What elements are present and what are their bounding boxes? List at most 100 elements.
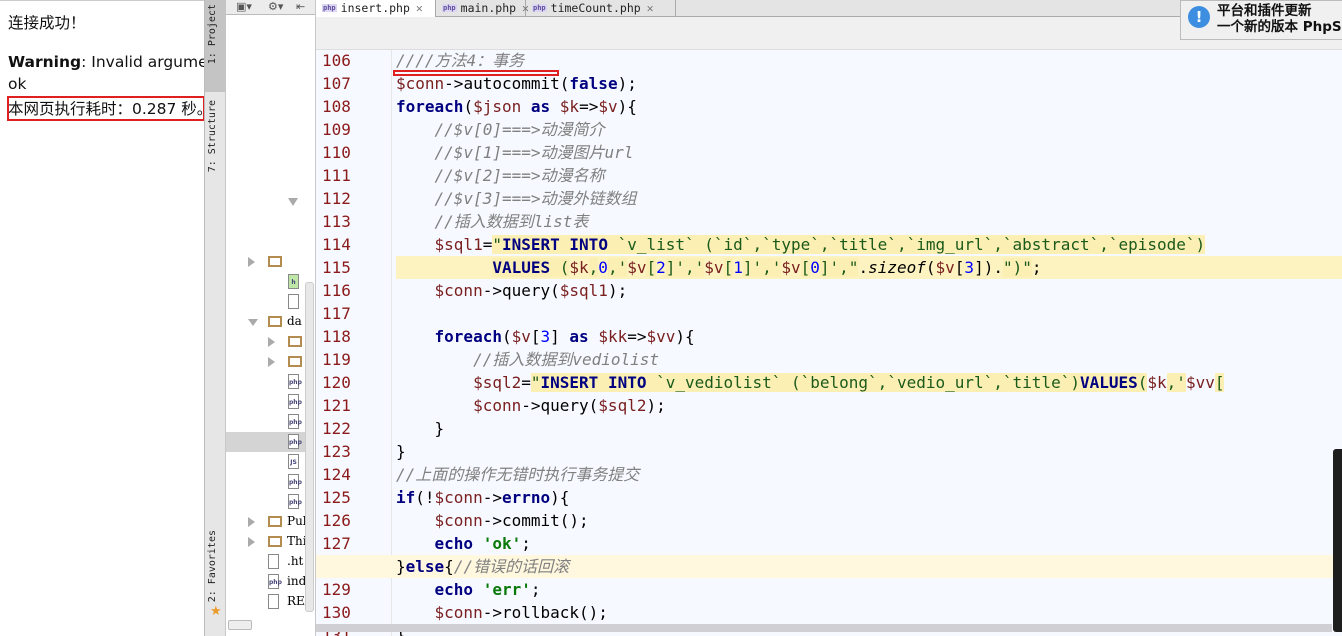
code-token: 'err' xyxy=(482,580,531,599)
code-line[interactable]: ////方法4：事务 xyxy=(396,49,524,72)
collapse-icon[interactable]: ⇤ xyxy=(296,0,305,13)
tab-timeCount-php[interactable]: php timeCount.php ✕ xyxy=(526,0,676,17)
close-tab-icon[interactable]: ✕ xyxy=(416,1,423,15)
collapse-arrow-icon[interactable] xyxy=(288,198,298,206)
code-token: " xyxy=(492,235,502,254)
tree-item[interactable]: php xyxy=(226,492,306,512)
tree-item[interactable] xyxy=(226,352,306,372)
code-token: ); xyxy=(607,281,628,300)
code-line[interactable]: foreach($v[3] as $kk=>$vv){ xyxy=(396,325,695,348)
tree-item[interactable]: php xyxy=(226,372,306,392)
collapsed-arrow-icon[interactable] xyxy=(248,537,255,547)
code-line[interactable]: //$v[0]===>动漫简介 xyxy=(396,118,605,141)
code-line[interactable]: VALUES ($k,0,'$v[2]','$v[1]','$v[0]',".s… xyxy=(396,256,1042,279)
code-line[interactable]: foreach($json as $k=>$v){ xyxy=(396,95,637,118)
code-token: $v xyxy=(627,258,647,277)
code-line[interactable]: } xyxy=(396,440,406,463)
code-line[interactable]: $conn->commit(); xyxy=(396,509,589,532)
code-token: ( xyxy=(463,97,474,116)
info-icon: ! xyxy=(1188,6,1210,28)
tree-item-label: Thi xyxy=(287,534,306,548)
tab-main-php[interactable]: php main.php ✕ xyxy=(436,0,529,17)
code-line[interactable]: if(!$conn->errno){ xyxy=(396,486,569,509)
code-line[interactable]: echo 'err'; xyxy=(396,578,541,601)
code-line[interactable]: echo 'ok'; xyxy=(396,532,531,555)
project-tool-button[interactable]: 1: Project xyxy=(207,4,218,64)
tree-item[interactable]: php xyxy=(226,392,306,412)
line-number: 130 xyxy=(322,603,351,622)
code-editor[interactable]: php insert.php ✕ php main.php ✕ php timeCount.p… xyxy=(316,0,1342,636)
tree-item[interactable]: REA xyxy=(226,592,306,612)
code-line[interactable]: //$v[1]===>动漫图片url xyxy=(396,141,634,164)
tree-item[interactable] xyxy=(226,292,306,312)
code-token: ")" xyxy=(1002,258,1032,277)
tree-item[interactable]: php ind xyxy=(226,572,306,592)
code-token: $sql1 xyxy=(559,281,608,300)
code-token: [ xyxy=(723,258,734,277)
favorites-tool-button[interactable]: 2: Favorites xyxy=(207,530,218,602)
code-line[interactable]: } xyxy=(396,417,445,440)
code-token: } xyxy=(396,442,406,461)
update-notification[interactable]: ! 平台和插件更新 一个新的版本 PhpS xyxy=(1180,0,1342,40)
code-line[interactable]: $sql1="INSERT INTO `v_list` (`id`,`type`… xyxy=(396,233,1206,256)
code-line[interactable]: }else{//错误的话回滚 xyxy=(396,555,569,578)
connect-success-text: 连接成功！ xyxy=(8,14,86,32)
side-overlay-panel[interactable] xyxy=(1333,449,1342,632)
close-tab-icon[interactable]: ✕ xyxy=(647,1,654,15)
tree-item[interactable]: php xyxy=(226,432,306,452)
line-number: 127 xyxy=(322,534,351,553)
code-line[interactable]: //上面的操作无错时执行事务提交 xyxy=(396,463,639,486)
layout-icon[interactable]: ▣▾ xyxy=(236,0,252,13)
code-token: ////方法4：事务 xyxy=(396,51,525,70)
project-scrollbar[interactable] xyxy=(305,282,314,612)
code-line[interactable]: $conn->query($sql2); xyxy=(396,394,666,417)
php-file-icon: php xyxy=(288,474,302,489)
code-line[interactable]: $conn->rollback(); xyxy=(396,601,608,624)
code-token: ( xyxy=(1137,373,1148,392)
structure-tool-button[interactable]: 7: Structure xyxy=(207,100,218,172)
tree-item[interactable]: JS xyxy=(226,452,306,472)
tree-item[interactable] xyxy=(226,252,306,272)
code-token: errno xyxy=(501,488,551,507)
code-line[interactable]: $sql2="INSERT INTO `v_vediolist` (`belon… xyxy=(396,371,1225,394)
code-line[interactable]: //插入数据到vediolist xyxy=(396,348,659,371)
code-line[interactable]: //插入数据到list表 xyxy=(396,210,589,233)
code-token: 3 xyxy=(540,327,551,346)
code-token: ){ xyxy=(550,488,570,507)
line-number: 129 xyxy=(322,580,351,599)
gear-icon[interactable]: ⚙▾ xyxy=(268,0,283,13)
code-line[interactable]: $conn->query($sql1); xyxy=(396,279,628,302)
tree-item[interactable]: Thi xyxy=(226,532,306,552)
collapsed-arrow-icon[interactable] xyxy=(248,257,255,267)
tree-item[interactable]: h xyxy=(226,272,306,292)
php-file-icon: php xyxy=(288,394,302,409)
tree-item[interactable]: .ht xyxy=(226,552,306,572)
editor-hscrollbar[interactable] xyxy=(316,624,1332,632)
tree-item[interactable]: da xyxy=(226,312,306,332)
code-line[interactable]: //$v[3]===>动漫外链数组 xyxy=(396,187,637,210)
collapsed-arrow-icon[interactable] xyxy=(268,337,275,347)
expanded-arrow-icon[interactable] xyxy=(248,319,258,326)
tree-item-label: .ht xyxy=(287,554,304,568)
tab-insert-php[interactable]: php insert.php ✕ xyxy=(316,0,436,17)
collapsed-arrow-icon[interactable] xyxy=(248,517,255,527)
folder-icon xyxy=(268,516,282,527)
warning-text: : Invalid argumer xyxy=(81,53,204,71)
tree-item[interactable]: php xyxy=(226,412,306,432)
collapsed-arrow-icon[interactable] xyxy=(268,357,275,367)
tree-item[interactable]: php xyxy=(226,472,306,492)
line-number: 122 xyxy=(322,419,351,438)
code-line[interactable]: //$v[2]===>动漫名称 xyxy=(396,164,605,187)
tree-item[interactable]: Pul xyxy=(226,512,306,532)
tree-item[interactable] xyxy=(226,332,306,352)
code-token: ]) xyxy=(974,258,994,277)
code-token: ){ xyxy=(617,97,637,116)
code-token: ->rollback(); xyxy=(482,603,608,622)
project-hscrollbar[interactable] xyxy=(228,620,252,630)
